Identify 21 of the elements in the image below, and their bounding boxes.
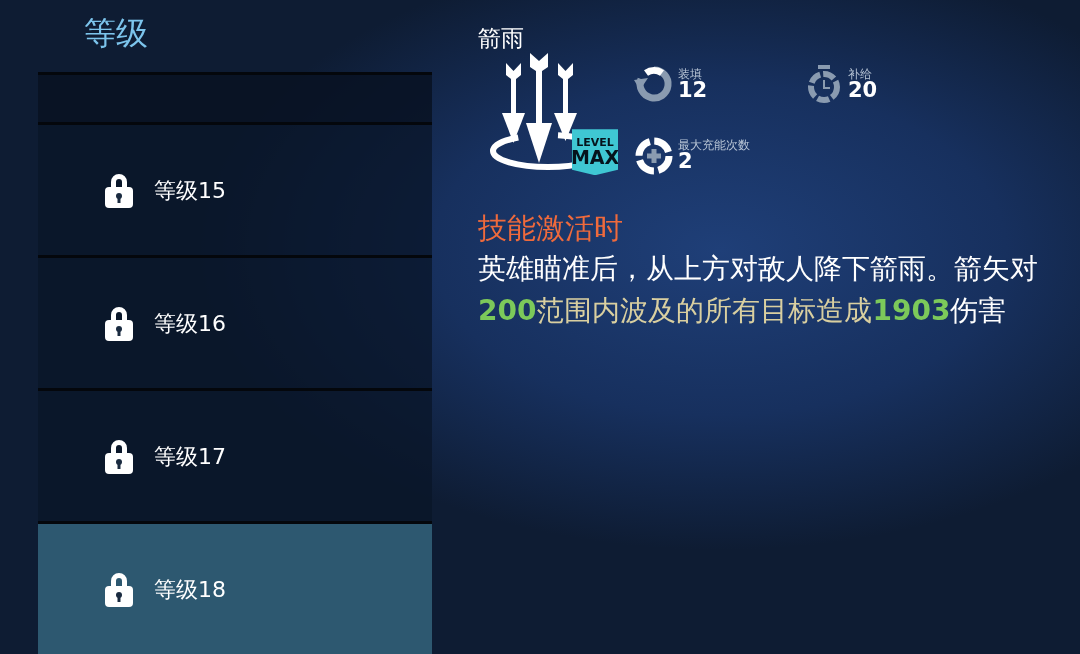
sidebar-title: 等级: [84, 14, 148, 52]
stat-value: 20: [848, 79, 878, 101]
reload-icon: [634, 64, 674, 105]
level-item[interactable]: 等级17: [38, 388, 432, 521]
level-item[interactable]: 等级15: [38, 122, 432, 255]
stat-label: 最大充能次数: [678, 139, 750, 152]
level-label: 等级16: [154, 309, 226, 338]
skill-description: 英雄瞄准后，从上方对敌人降下箭雨。箭矢对 200范围内波及的所有目标造成1903伤害: [478, 251, 1039, 329]
stat-label: 补给: [848, 67, 872, 80]
stat-label: 装填: [678, 67, 702, 80]
level-label: 等级17: [154, 442, 226, 471]
stat-value: 12: [678, 79, 708, 101]
level-item[interactable]: 等级18: [38, 521, 432, 654]
skill-name: 箭雨: [478, 25, 524, 51]
level-item[interactable]: 等级16: [38, 255, 432, 388]
level-label: 等级15: [154, 176, 226, 205]
level-max-badge: LEVEL MAX: [572, 129, 618, 176]
level-label: 等级18: [154, 575, 226, 604]
trigger-heading: 技能激活时: [478, 211, 623, 246]
charges-icon: [634, 135, 674, 176]
stat-value: 2: [678, 151, 693, 173]
